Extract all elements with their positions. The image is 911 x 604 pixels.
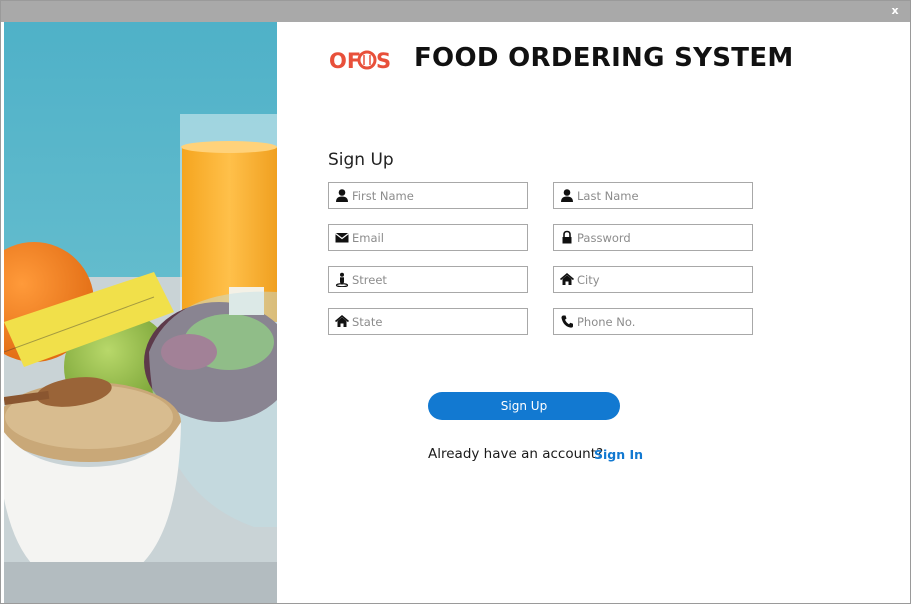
- city-input[interactable]: [577, 270, 747, 289]
- first-name-field[interactable]: [328, 182, 528, 209]
- street-field[interactable]: [328, 266, 528, 293]
- state-input[interactable]: [352, 312, 522, 331]
- title-bar: x: [1, 1, 910, 22]
- street-input[interactable]: [352, 270, 522, 289]
- password-input[interactable]: [577, 228, 747, 247]
- ofos-logo: OF S: [329, 49, 391, 73]
- home-icon: [560, 272, 574, 285]
- lock-icon: [562, 230, 572, 244]
- user-icon: [561, 189, 573, 202]
- account-prompt: Already have an account?: [428, 446, 604, 462]
- phone-field[interactable]: [553, 308, 753, 335]
- state-field[interactable]: [328, 308, 528, 335]
- food-photo: [4, 22, 277, 603]
- sign-in-link[interactable]: Sign In: [594, 447, 643, 462]
- street-view-icon: [335, 272, 349, 287]
- svg-text:OF: OF: [329, 49, 361, 73]
- last-name-input[interactable]: [577, 186, 747, 205]
- food-photo-image: [4, 22, 277, 603]
- close-button[interactable]: x: [888, 3, 902, 19]
- envelope-icon: [335, 233, 349, 243]
- svg-text:S: S: [376, 49, 391, 73]
- user-icon: [336, 189, 348, 202]
- home-icon: [335, 314, 349, 327]
- email-field[interactable]: [328, 224, 528, 251]
- password-field[interactable]: [553, 224, 753, 251]
- phone-input[interactable]: [577, 312, 747, 331]
- first-name-input[interactable]: [352, 186, 522, 205]
- app-window: x OF S FOOD ORDERING SYSTEM Sign Up Firs…: [0, 0, 911, 604]
- phone-icon: [561, 315, 573, 328]
- app-title: FOOD ORDERING SYSTEM: [414, 43, 794, 73]
- city-field[interactable]: [553, 266, 753, 293]
- sign-up-button[interactable]: Sign Up: [428, 392, 620, 420]
- email-input[interactable]: [352, 228, 522, 247]
- form-heading: Sign Up: [328, 150, 394, 170]
- last-name-field[interactable]: [553, 182, 753, 209]
